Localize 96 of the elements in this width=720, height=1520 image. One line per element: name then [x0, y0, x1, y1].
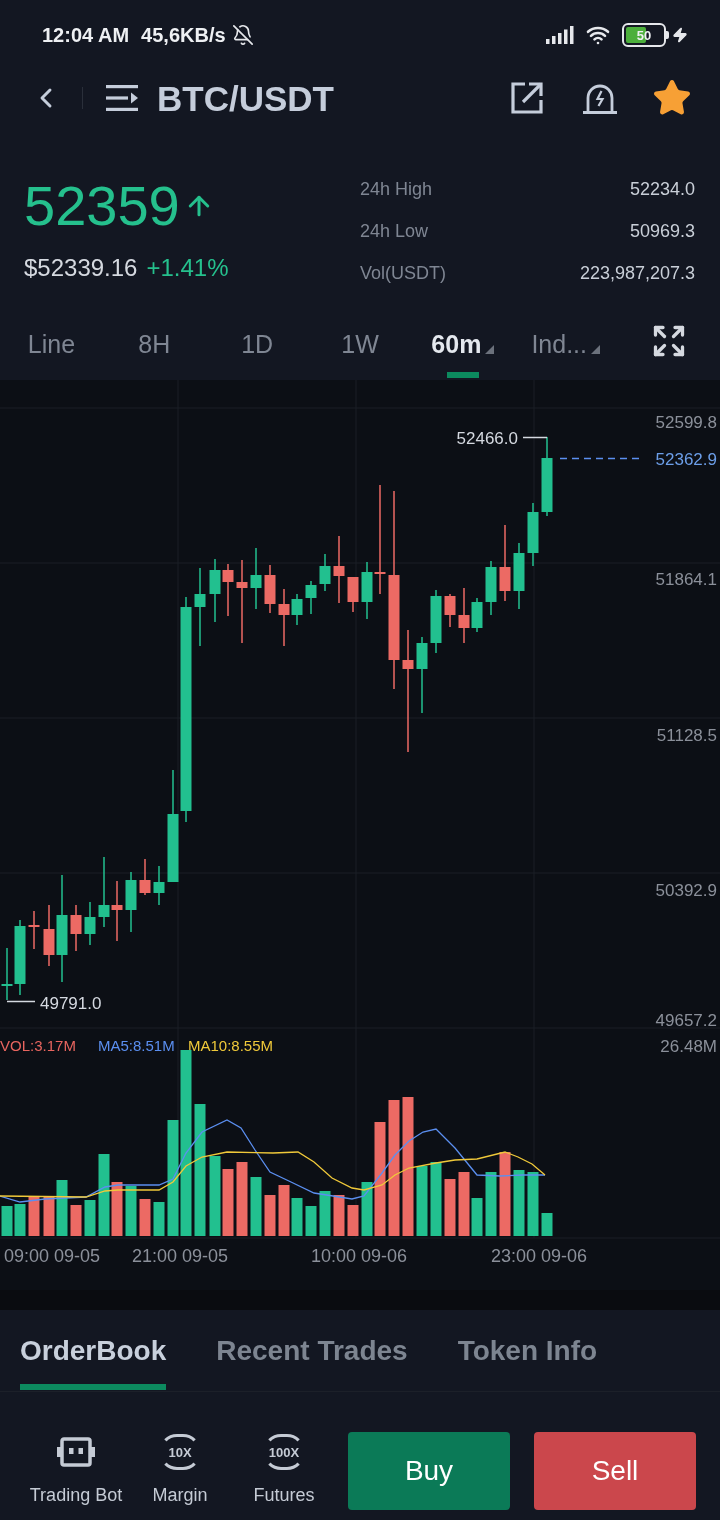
candlestick — [111, 881, 123, 941]
volume-bar — [444, 1179, 456, 1236]
interval-tab[interactable]: 60m — [431, 329, 495, 378]
candlestick — [84, 902, 96, 945]
price-axis-label: 51864.1 — [655, 570, 717, 589]
candlestick — [485, 561, 497, 615]
volume-bar — [416, 1166, 428, 1236]
leader-line — [6, 1000, 36, 1003]
volume-bar — [139, 1199, 151, 1236]
action-button[interactable]: 10X Margin — [128, 1432, 232, 1510]
stat-label: 24h High — [360, 177, 433, 201]
volume-legend: VOL:3.17M — [0, 1037, 76, 1054]
price-axis-label: 49657.2 — [655, 1011, 717, 1030]
dropdown-triangle-icon — [485, 345, 495, 354]
candlestick — [305, 581, 317, 614]
last-price: 52359 — [24, 178, 180, 234]
candlestick — [444, 594, 456, 627]
volume-bar — [14, 1204, 26, 1236]
volume-bar — [28, 1197, 40, 1236]
price-axis-label: 51128.5 — [656, 726, 717, 745]
volume-bar — [278, 1185, 290, 1236]
action-button[interactable]: Trading Bot — [24, 1432, 128, 1510]
stat-label: 24h Low — [360, 219, 429, 243]
pair-title: BTC/USDT — [157, 80, 334, 116]
low-price-label: 49791.0 — [40, 994, 102, 1013]
volume-bar — [84, 1200, 96, 1236]
candlestick — [28, 911, 40, 949]
bell-off-icon — [231, 24, 254, 46]
time-axis-label: 09:00 09-05 — [3, 1246, 101, 1266]
interval-tab[interactable]: Ind... — [531, 329, 600, 378]
time-axis-label: 10:00 09-06 — [310, 1246, 408, 1266]
volume-bar — [291, 1198, 303, 1236]
dropdown-triangle-icon — [591, 345, 600, 354]
candlestick — [264, 565, 276, 613]
time-axis-label: 23:00 09-06 — [490, 1246, 588, 1266]
interval-tab[interactable]: 1W — [341, 329, 379, 378]
volume-legend: MA5:8.51M — [98, 1037, 175, 1054]
candlestick — [209, 559, 221, 622]
volume-bar — [250, 1177, 262, 1236]
action-button[interactable]: 100X Futures — [232, 1432, 336, 1510]
network-speed: 45,6KB/s — [141, 23, 226, 48]
volume-bar — [333, 1195, 345, 1236]
stat-label: Vol(USDT) — [360, 261, 446, 285]
high-price-label: 52466.0 — [456, 429, 518, 448]
candlestick — [125, 872, 137, 932]
volume-bar — [1, 1206, 13, 1236]
volume-bar — [222, 1169, 234, 1236]
price-change: +1.41% — [146, 256, 229, 280]
stat-value: 223,987,207.3 — [579, 261, 695, 285]
volume-bar — [541, 1213, 553, 1236]
volume-bar — [319, 1191, 331, 1236]
volume-bar — [527, 1172, 539, 1236]
candlestick — [347, 577, 359, 612]
info-tab[interactable]: Token Info — [457, 1334, 598, 1390]
volume-bar — [153, 1202, 165, 1236]
volume-bar — [125, 1186, 137, 1236]
last-price-label: 52362.9 — [655, 450, 717, 469]
menu-icon[interactable] — [105, 84, 139, 112]
stat-value: 52234.0 — [629, 177, 695, 201]
leader-line — [522, 436, 548, 439]
charging-bolt-icon — [672, 25, 688, 45]
volume-bar — [347, 1205, 359, 1236]
candlestick — [222, 564, 234, 616]
candlestick — [250, 548, 262, 609]
candlestick — [333, 536, 345, 603]
candlestick — [98, 857, 110, 927]
volume-bar — [513, 1170, 525, 1236]
candlestick — [139, 859, 151, 895]
volume-axis-label: 26.48M — [660, 1037, 717, 1056]
interval-tab[interactable]: 1D — [241, 329, 274, 378]
candlestick — [319, 554, 331, 591]
info-tab[interactable]: OrderBook — [20, 1334, 167, 1390]
price-axis-label: 50392.9 — [655, 881, 717, 900]
candlestick — [70, 905, 82, 951]
candlestick — [153, 866, 165, 905]
status-time: 12:04 AM — [42, 23, 130, 48]
candlestick — [527, 503, 539, 566]
interval-tab[interactable]: Line — [27, 329, 76, 378]
fiat-price: $52339.16 — [24, 256, 138, 280]
signal-icon — [546, 26, 574, 44]
volume-bar — [70, 1205, 82, 1236]
candlestick — [513, 543, 525, 609]
volume-bar — [485, 1172, 497, 1236]
volume-bar — [305, 1206, 317, 1236]
price-axis-label: 52599.8 — [655, 413, 717, 432]
volume-bar — [264, 1195, 276, 1236]
share-icon[interactable] — [510, 81, 544, 115]
sell-button[interactable]: Sell — [534, 1432, 696, 1510]
info-tab[interactable]: Recent Trades — [216, 1334, 408, 1390]
volume-legend: MA10:8.55M — [188, 1037, 274, 1054]
candlestick — [430, 590, 442, 653]
time-axis-label: 21:00 09-05 — [131, 1246, 229, 1266]
interval-tab[interactable]: 8H — [138, 329, 171, 378]
buy-button[interactable]: Buy — [348, 1432, 510, 1510]
robot-icon — [57, 1437, 95, 1467]
stat-value: 50969.3 — [629, 219, 695, 243]
